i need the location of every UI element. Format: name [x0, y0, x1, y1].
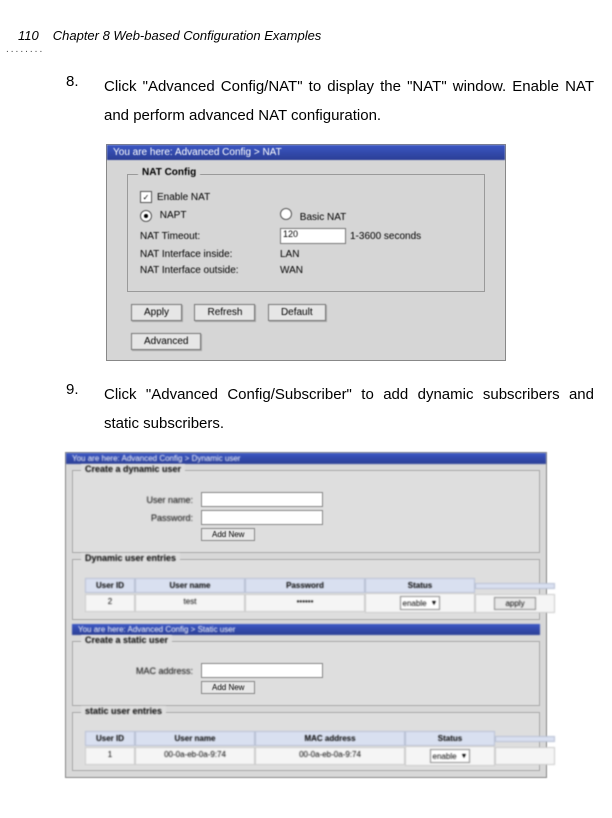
mac-address-input[interactable] — [201, 663, 323, 678]
step-number: 9. — [66, 381, 86, 398]
chevron-down-icon: ▼ — [461, 753, 468, 760]
status-select[interactable]: enable▼ — [400, 596, 441, 610]
napt-label: NAPT — [160, 210, 187, 221]
chevron-down-icon: ▼ — [431, 600, 438, 607]
cell-userid: 1 — [85, 747, 135, 765]
user-name-input[interactable] — [201, 492, 323, 507]
nat-config-window: You are here: Advanced Config > NAT NAT … — [106, 144, 506, 361]
apply-button[interactable]: Apply — [131, 304, 182, 321]
default-button[interactable]: Default — [268, 304, 326, 321]
apply-row-button[interactable]: apply — [494, 597, 535, 610]
user-name-label: User name: — [83, 495, 201, 505]
subscriber-window: You are here: Advanced Config > Dynamic … — [65, 452, 547, 778]
enable-nat-checkbox[interactable] — [140, 191, 152, 203]
nat-timeout-input[interactable]: 120 — [280, 228, 346, 244]
dynamic-entries-legend: Dynamic user entries — [81, 553, 180, 563]
nat-inside-label: NAT Interface inside: — [140, 249, 280, 260]
breadcrumb: You are here: Advanced Config > NAT — [107, 145, 505, 160]
breadcrumb: You are here: Advanced Config > Dynamic … — [66, 453, 546, 464]
advanced-button[interactable]: Advanced — [131, 333, 201, 350]
page-header: 110 Chapter 8 Web-based Configuration Ex… — [18, 28, 594, 43]
dynamic-table-row: 2 test •••••• enable▼ apply — [85, 593, 527, 613]
cell-username: test — [135, 594, 245, 612]
step-text: Click "Advanced Config/NAT" to display t… — [104, 73, 594, 130]
nat-timeout-hint: 1-3600 seconds — [350, 231, 421, 242]
step-9: 9. Click "Advanced Config/Subscriber" to… — [66, 381, 594, 438]
breadcrumb-static: You are here: Advanced Config > Static u… — [72, 624, 540, 635]
dynamic-table-head: User ID User name Password Status — [85, 578, 527, 593]
page-number: 110 — [18, 28, 39, 43]
static-entries-legend: static user entries — [81, 706, 166, 716]
add-new-button[interactable]: Add New — [201, 528, 255, 541]
nat-inside-value: LAN — [280, 249, 299, 260]
napt-radio[interactable] — [140, 210, 152, 222]
cell-mac1: 00-0a-eb-0a-9:74 — [135, 747, 255, 765]
step-text: Click "Advanced Config/Subscriber" to ad… — [104, 381, 594, 438]
step-8: 8. Click "Advanced Config/NAT" to displa… — [66, 73, 594, 130]
mac-address-label: MAC address: — [83, 666, 201, 676]
cell-mac2: 00-0a-eb-0a-9:74 — [255, 747, 405, 765]
nat-outside-label: NAT Interface outside: — [140, 265, 280, 276]
basic-nat-label: Basic NAT — [300, 212, 347, 223]
refresh-button[interactable]: Refresh — [194, 304, 255, 321]
status-select[interactable]: enable▼ — [430, 749, 471, 763]
password-label: Password: — [83, 513, 201, 523]
add-new-button[interactable]: Add New — [201, 681, 255, 694]
static-table-row: 1 00-0a-eb-0a-9:74 00-0a-eb-0a-9:74 enab… — [85, 746, 527, 766]
static-table-head: User ID User name MAC address Status — [85, 731, 527, 746]
cell-userid: 2 — [85, 594, 135, 612]
nat-config-legend: NAT Config — [138, 167, 200, 178]
decorative-dots: ........ — [6, 44, 44, 55]
step-number: 8. — [66, 73, 86, 90]
nat-outside-value: WAN — [280, 265, 303, 276]
enable-nat-label: Enable NAT — [157, 192, 210, 203]
chapter-title: Chapter 8 Web-based Configuration Exampl… — [53, 28, 322, 43]
create-static-legend: Create a static user — [81, 635, 172, 645]
create-dynamic-legend: Create a dynamic user — [81, 464, 185, 474]
basic-nat-radio[interactable] — [280, 208, 292, 220]
cell-password: •••••• — [245, 594, 365, 612]
nat-timeout-label: NAT Timeout: — [140, 231, 280, 242]
password-input[interactable] — [201, 510, 323, 525]
